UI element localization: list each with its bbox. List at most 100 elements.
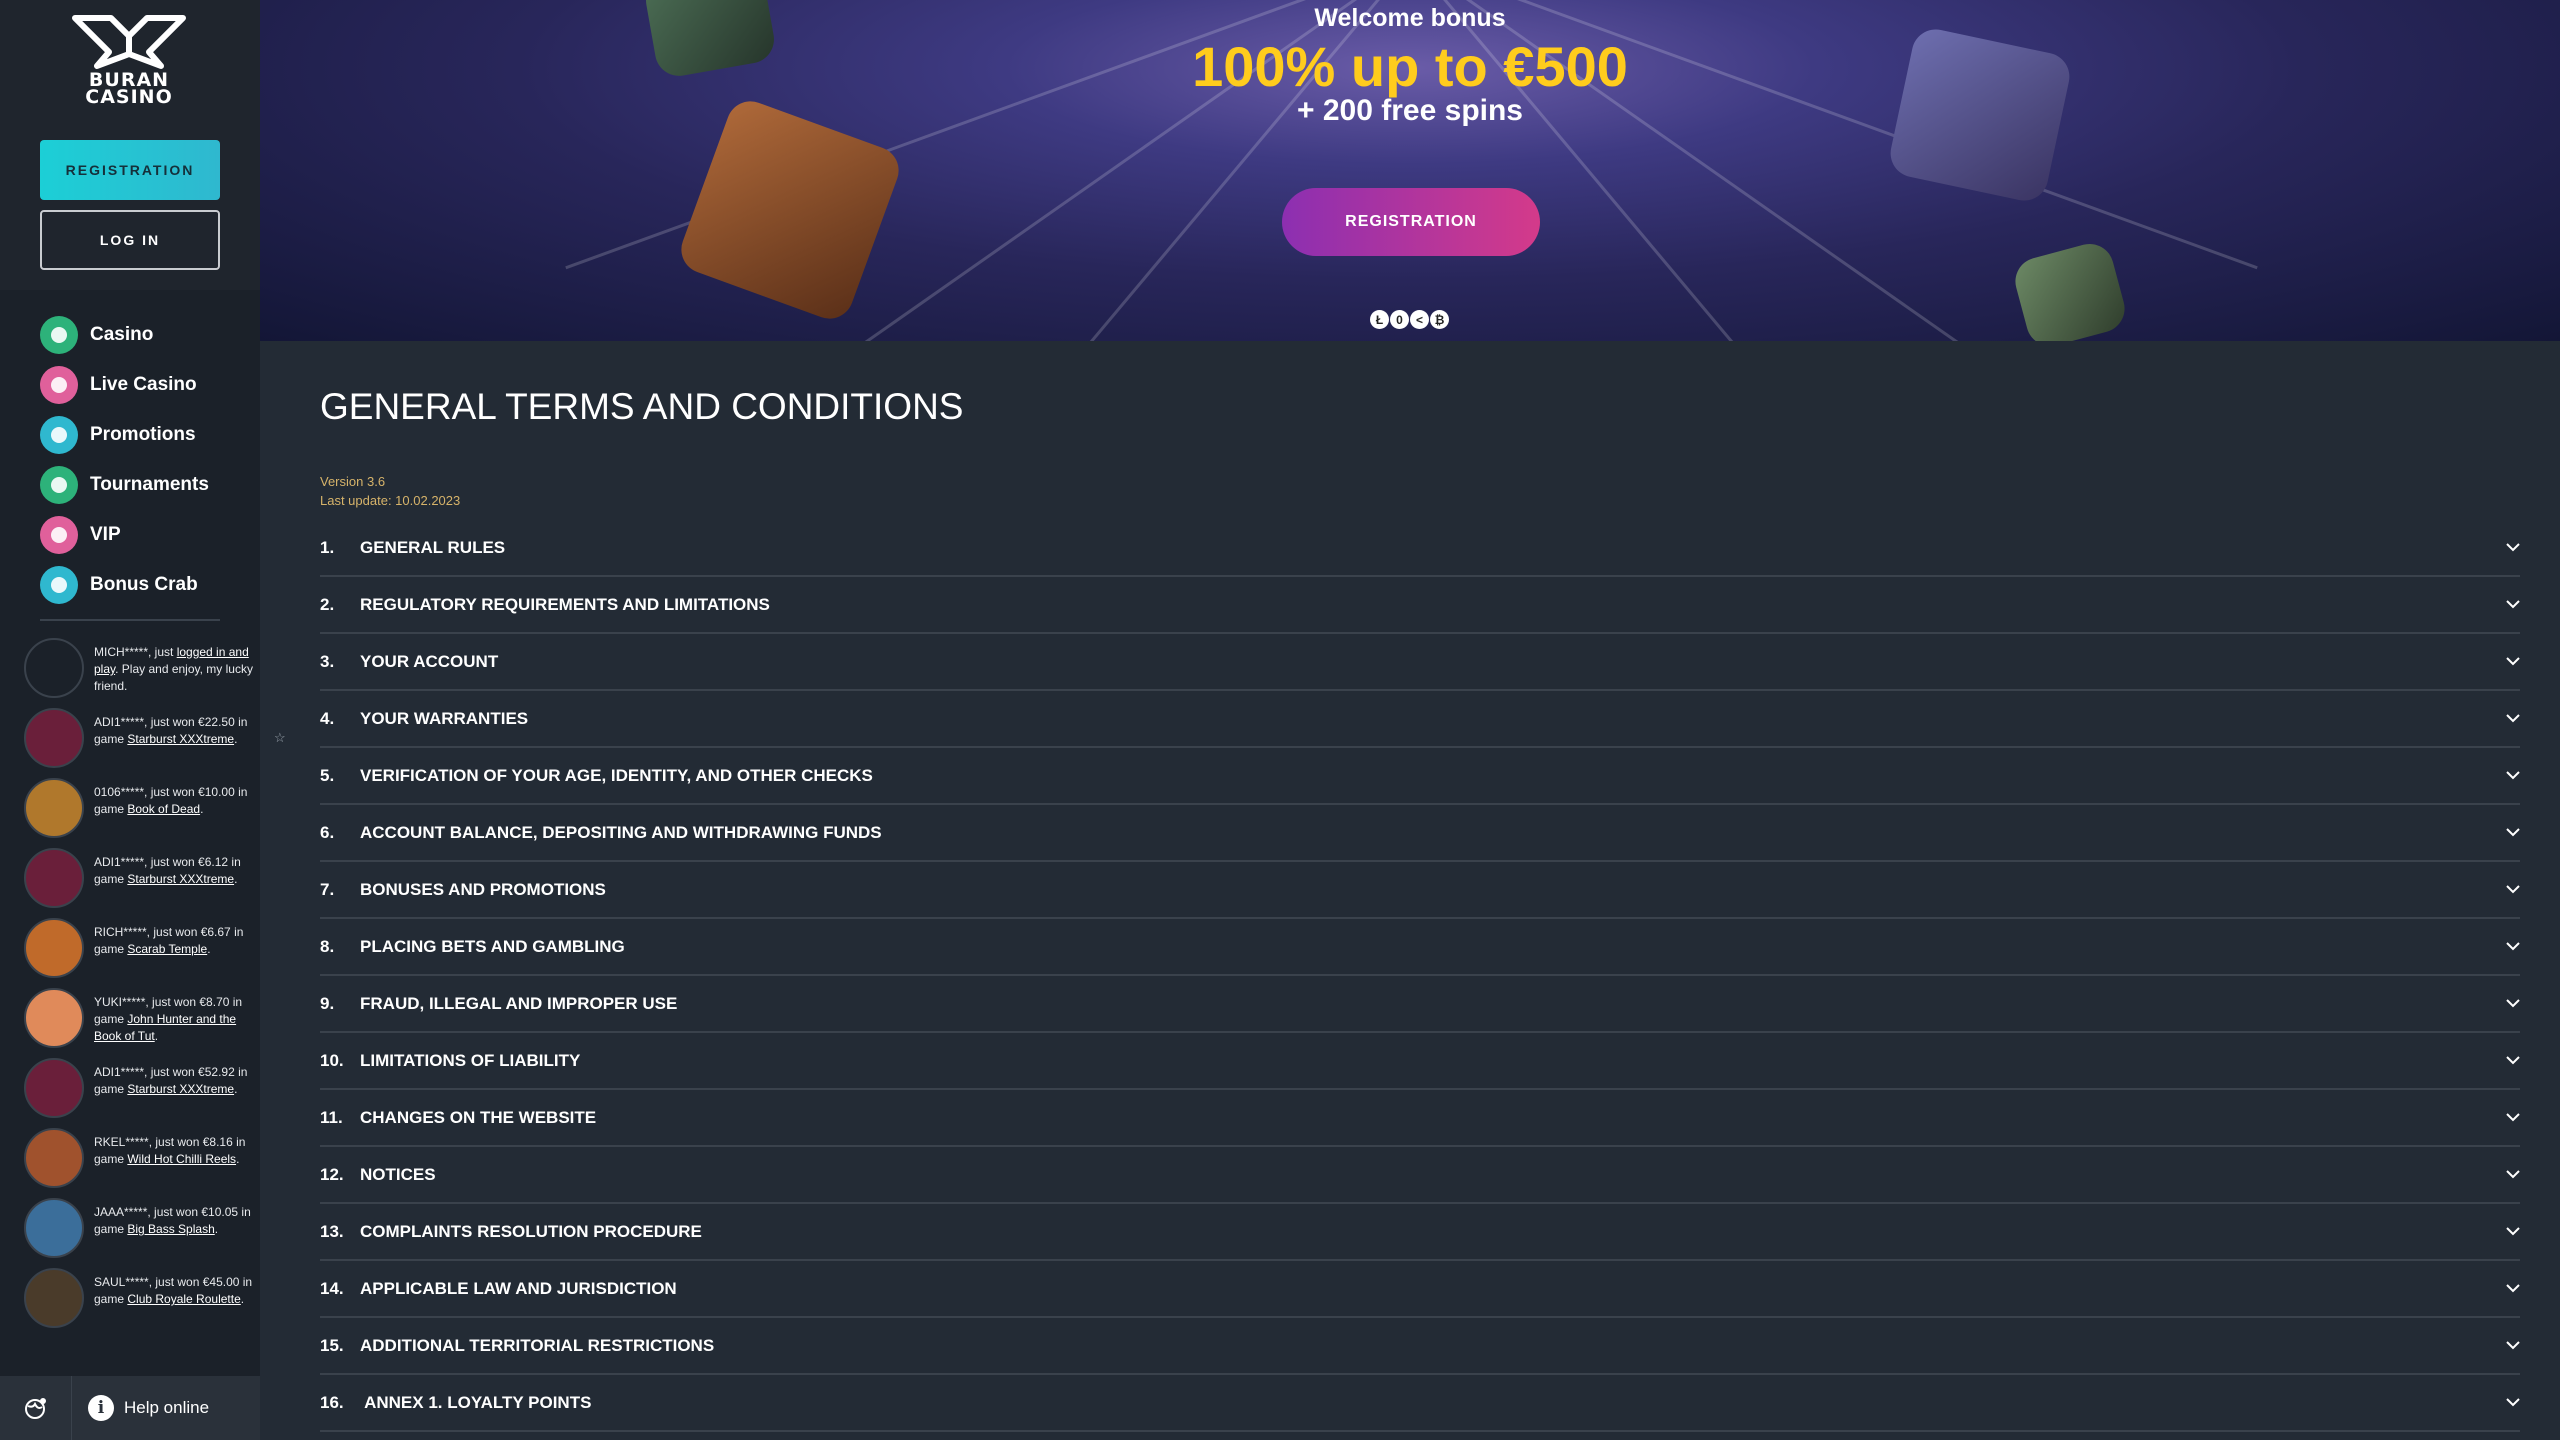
chevron-down-icon[interactable] <box>2506 1281 2520 1295</box>
section-title: ACCOUNT BALANCE, DEPOSITING AND WITHDRAW… <box>360 822 882 842</box>
starburst-thumbnail[interactable] <box>24 708 84 768</box>
terms-section-row[interactable]: 4. YOUR WARRANTIES <box>320 691 2520 748</box>
nav-item-live-casino[interactable]: Live Casino <box>40 360 240 410</box>
feed-game-link[interactable]: Book of Dead <box>127 802 200 816</box>
section-title: REGULATORY REQUIREMENTS AND LIMITATIONS <box>360 594 770 614</box>
feed-game-link[interactable]: Wild Hot Chilli Reels <box>127 1152 236 1166</box>
chevron-down-icon[interactable] <box>2506 711 2520 725</box>
section-number: 15. <box>320 1335 344 1355</box>
wild-hot-chilli-thumbnail[interactable] <box>24 1128 84 1188</box>
logo-mark-icon <box>72 15 186 69</box>
nav-item-bonus-crab[interactable]: Bonus Crab <box>40 560 240 610</box>
terms-section-row[interactable]: 8. PLACING BETS AND GAMBLING <box>320 919 2520 976</box>
chevron-down-icon[interactable] <box>2506 825 2520 839</box>
buran-logo-thumbnail[interactable] <box>24 638 84 698</box>
feed-item-text: RKEL*****, just won €8.16 in game Wild H… <box>94 1128 254 1168</box>
starburst-thumbnail[interactable] <box>24 848 84 908</box>
banner-registration-button[interactable]: REGISTRATION <box>1282 188 1540 256</box>
terms-section-row[interactable]: 10. LIMITATIONS OF LIABILITY <box>320 1033 2520 1090</box>
terms-section-row[interactable]: 13. COMPLAINTS RESOLUTION PROCEDURE <box>320 1204 2520 1261</box>
terms-sections: 1. GENERAL RULES 2. REGULATORY REQUIREMENTS… <box>320 520 2520 1432</box>
terms-section-row[interactable]: 7. BONUSES AND PROMOTIONS <box>320 862 2520 919</box>
nav-item-promotions[interactable]: Promotions <box>40 410 240 460</box>
chevron-down-icon[interactable] <box>2506 1395 2520 1409</box>
help-online-button[interactable]: i Help online <box>72 1395 209 1421</box>
section-number: 13. <box>320 1221 344 1241</box>
chevron-down-icon[interactable] <box>2506 1110 2520 1124</box>
section-number: 7. <box>320 879 335 899</box>
chevron-down-icon[interactable] <box>2506 768 2520 782</box>
section-title: YOUR ACCOUNT <box>360 651 499 671</box>
login-button[interactable]: LOG IN <box>40 210 220 270</box>
terms-section-row[interactable]: 15. ADDITIONAL TERRITORIAL RESTRICTIONS <box>320 1318 2520 1375</box>
feed-game-link[interactable]: Club Royale Roulette <box>127 1292 240 1306</box>
terms-section-row[interactable]: 14. APPLICABLE LAW AND JURISDICTION <box>320 1261 2520 1318</box>
feed-game-link[interactable]: Starburst XXXtreme <box>127 872 234 886</box>
chevron-down-icon[interactable] <box>2506 1224 2520 1238</box>
scarab-temple-thumbnail[interactable] <box>24 918 84 978</box>
big-bass-thumbnail[interactable] <box>24 1198 84 1258</box>
trophy-icon <box>40 466 78 504</box>
section-title: COMPLAINTS RESOLUTION PROCEDURE <box>360 1221 702 1241</box>
nav-item-tournaments[interactable]: Tournaments <box>40 460 240 510</box>
brand-logo[interactable]: BURAN CASINO <box>66 14 192 107</box>
terms-section-row[interactable]: 12. NOTICES <box>320 1147 2520 1204</box>
feed-game-link[interactable]: Starburst XXXtreme <box>127 732 234 746</box>
feed-item: ADI1*****, just won €6.12 in game Starbu… <box>24 848 254 910</box>
terms-section-row[interactable]: 3. YOUR ACCOUNT <box>320 634 2520 691</box>
welcome-banner: Welcome bonus 100% up to €500 + 200 free… <box>260 0 2560 341</box>
crypto-coins: Ł 0 < ₿ <box>1370 310 1450 329</box>
chevron-down-icon[interactable] <box>2506 597 2520 611</box>
terms-section-row[interactable]: 11. CHANGES ON THE WEBSITE <box>320 1090 2520 1147</box>
terms-section-row[interactable]: 6. ACCOUNT BALANCE, DEPOSITING AND WITHDR… <box>320 805 2520 862</box>
section-number: 9. <box>320 993 335 1013</box>
chevron-down-icon[interactable] <box>2506 654 2520 668</box>
chevron-down-icon[interactable] <box>2506 882 2520 896</box>
nav-item-label: Live Casino <box>90 374 197 395</box>
terms-section-row[interactable]: 2. REGULATORY REQUIREMENTS AND LIMITATION… <box>320 577 2520 634</box>
feed-item: 0106*****, just won €10.00 in game Book … <box>24 778 254 840</box>
chevron-down-icon[interactable] <box>2506 996 2520 1010</box>
nav-item-vip[interactable]: VIP <box>40 510 240 560</box>
feed-game-link[interactable]: Scarab Temple <box>127 942 207 956</box>
section-number: 2. <box>320 594 335 614</box>
section-title: VERIFICATION OF YOUR AGE, IDENTITY, AND … <box>360 765 873 785</box>
feed-item-suffix: . <box>154 1029 159 1043</box>
terms-section-row[interactable]: 16. ANNEX 1. LOYALTY POINTS <box>320 1375 2520 1432</box>
language-button[interactable] <box>0 1376 72 1440</box>
john-hunter-thumbnail[interactable] <box>24 988 84 1048</box>
version-number: Version 3.6 <box>320 474 386 489</box>
starburst-thumbnail[interactable] <box>24 1058 84 1118</box>
terms-section-row[interactable]: 1. GENERAL RULES <box>320 520 2520 577</box>
terms-section-row[interactable]: 9. FRAUD, ILLEGAL AND IMPROPER USE <box>320 976 2520 1033</box>
feed-game-link[interactable]: Starburst XXXtreme <box>127 1082 234 1096</box>
scroll-marker-icon: ☆ <box>274 730 286 745</box>
feed-game-link[interactable]: Big Bass Splash <box>127 1222 214 1236</box>
feed-item-suffix: . <box>234 732 238 746</box>
version-info: Version 3.6 Last update: 10.02.2023 <box>320 472 460 510</box>
section-number: 3. <box>320 651 335 671</box>
club-royale-thumbnail[interactable] <box>24 1268 84 1328</box>
chevron-down-icon[interactable] <box>2506 1053 2520 1067</box>
nav-item-label: Bonus Crab <box>90 574 198 595</box>
feed-item-suffix: . <box>214 1222 219 1236</box>
nav-item-label: VIP <box>90 524 121 545</box>
nav-item-casino[interactable]: Casino <box>40 310 240 360</box>
feed-item-text: YUKI*****, just won €8.70 in game John H… <box>94 988 254 1045</box>
book-of-dead-thumbnail[interactable] <box>24 778 84 838</box>
section-number: 12. <box>320 1164 344 1184</box>
chevron-down-icon[interactable] <box>2506 1338 2520 1352</box>
section-title: NOTICES <box>360 1164 436 1184</box>
chevron-down-icon[interactable] <box>2506 1167 2520 1181</box>
terms-section-row[interactable]: 5. VERIFICATION OF YOUR AGE, IDENTITY, AN… <box>320 748 2520 805</box>
section-title: LIMITATIONS OF LIABILITY <box>360 1050 581 1070</box>
nav-item-label: Tournaments <box>90 474 209 495</box>
registration-button[interactable]: REGISTRATION <box>40 140 220 200</box>
help-online-label: Help online <box>124 1398 210 1417</box>
section-number: 10. <box>320 1050 344 1070</box>
chevron-down-icon[interactable] <box>2506 939 2520 953</box>
stone-mask-bottom-right <box>2010 238 2130 341</box>
banner-title: Welcome bonus <box>1314 4 1506 32</box>
sidebar: BURAN CASINO REGISTRATION LOG IN Casino L… <box>0 0 260 1440</box>
chevron-down-icon[interactable] <box>2506 540 2520 554</box>
